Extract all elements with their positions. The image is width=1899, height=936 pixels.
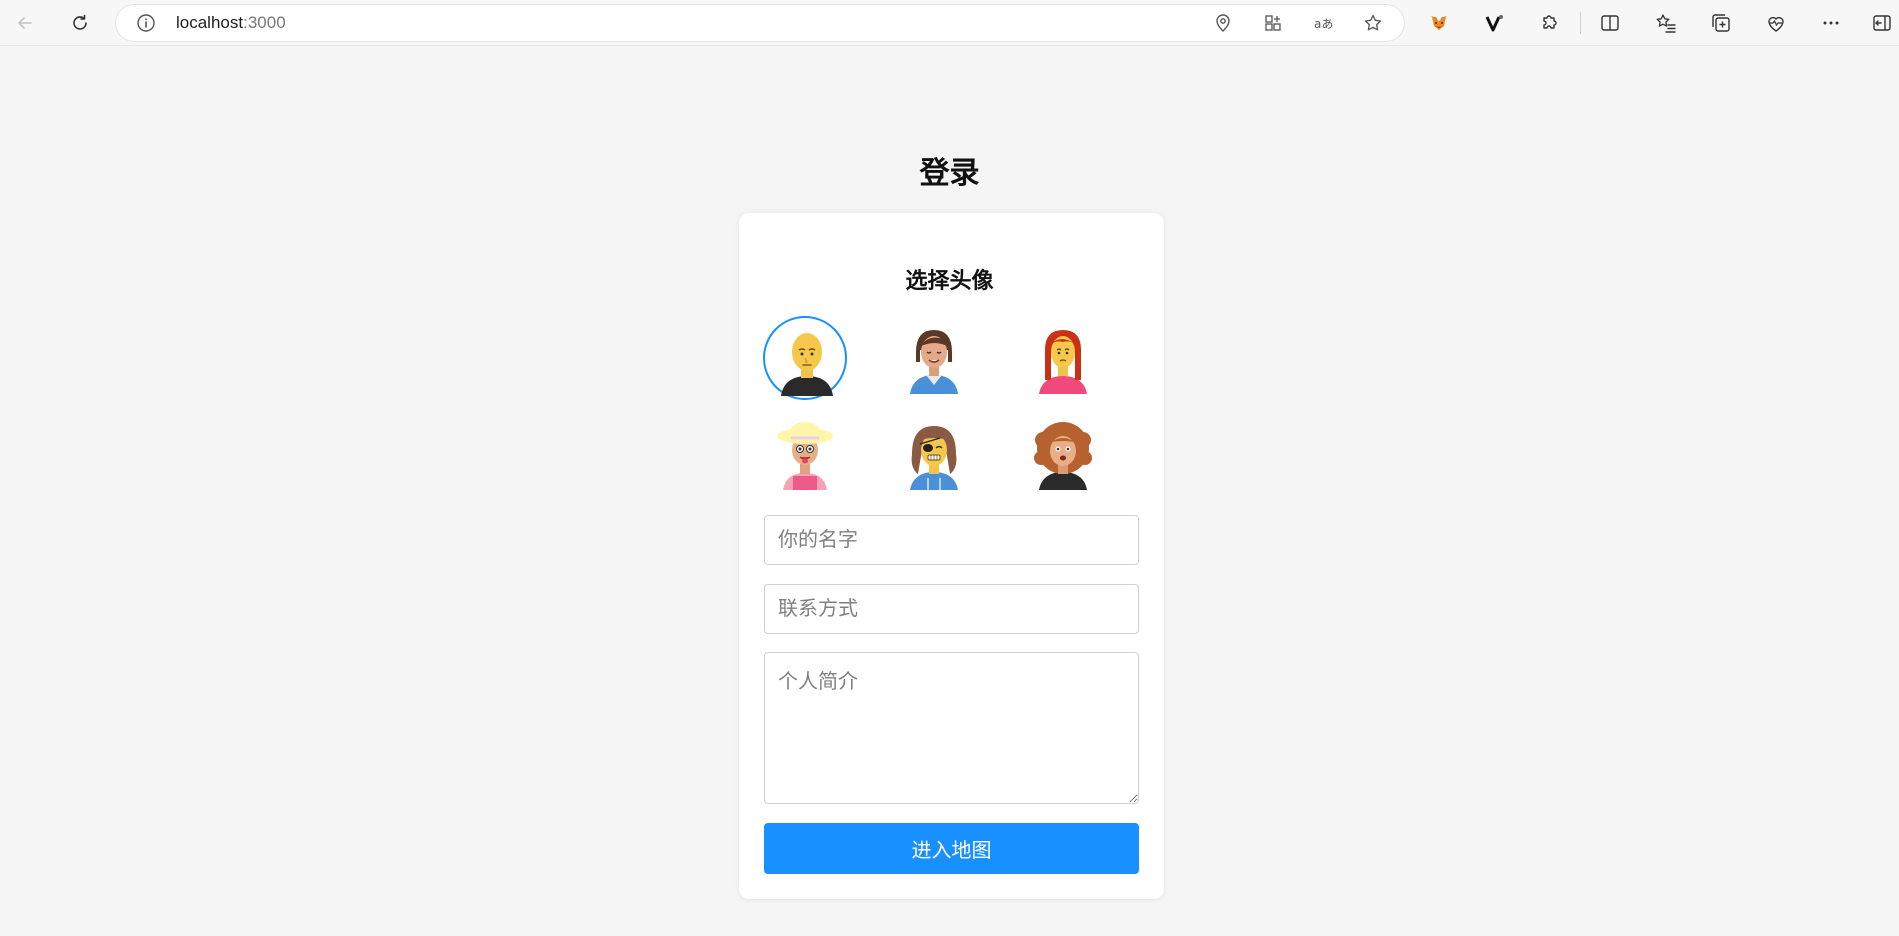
contact-input[interactable] (764, 584, 1139, 634)
location-icon[interactable] (1212, 12, 1234, 34)
bio-textarea[interactable] (764, 652, 1139, 804)
avatar-option-6[interactable] (1021, 412, 1105, 496)
sidebar-toggle-icon[interactable] (1868, 9, 1896, 37)
red-hair-woman-avatar-icon (1039, 330, 1087, 394)
avatar-section-title: 选择头像 (905, 268, 994, 293)
page-title: 登录 (919, 157, 980, 190)
read-aloud-icon[interactable]: aあ (1312, 12, 1334, 34)
split-screen-icon[interactable] (1596, 9, 1624, 37)
url-port: :3000 (243, 13, 286, 32)
address-bar[interactable]: localhost:3000 aあ (116, 5, 1404, 41)
more-icon[interactable] (1817, 9, 1845, 37)
avatar-option-4[interactable] (763, 412, 847, 496)
eyepatch-avatar-icon (910, 426, 958, 490)
avatar-option-2[interactable] (892, 316, 976, 400)
collections-icon[interactable] (1707, 9, 1735, 37)
favorites-list-icon[interactable] (1652, 9, 1680, 37)
name-input[interactable] (764, 515, 1139, 565)
straw-hat-avatar-icon (777, 422, 833, 490)
curly-hair-avatar-icon (1034, 422, 1092, 490)
brown-hair-woman-avatar-icon (910, 330, 958, 394)
browser-essentials-icon[interactable] (1762, 9, 1790, 37)
avatar-option-3[interactable] (1021, 316, 1105, 400)
metamask-fox-icon[interactable] (1425, 9, 1453, 37)
favorite-star-icon[interactable] (1362, 12, 1384, 34)
enter-map-button[interactable]: 进入地图 (764, 823, 1139, 874)
browser-toolbar: localhost:3000 aあ (0, 0, 1899, 46)
url-text[interactable]: localhost:3000 (176, 5, 286, 41)
avatar-option-1[interactable] (763, 316, 847, 400)
site-info-icon[interactable] (136, 13, 156, 33)
apps-icon[interactable] (1262, 12, 1284, 34)
back-icon[interactable] (8, 8, 42, 38)
svg-text:aあ: aあ (1314, 17, 1333, 31)
v-extension-icon[interactable] (1480, 9, 1508, 37)
url-host: localhost (176, 13, 244, 32)
bald-yellow-avatar-icon (781, 333, 833, 396)
extensions-puzzle-icon[interactable] (1535, 9, 1563, 37)
avatar-option-5[interactable] (892, 412, 976, 496)
toolbar-divider (1580, 12, 1581, 34)
refresh-icon[interactable] (63, 8, 97, 38)
